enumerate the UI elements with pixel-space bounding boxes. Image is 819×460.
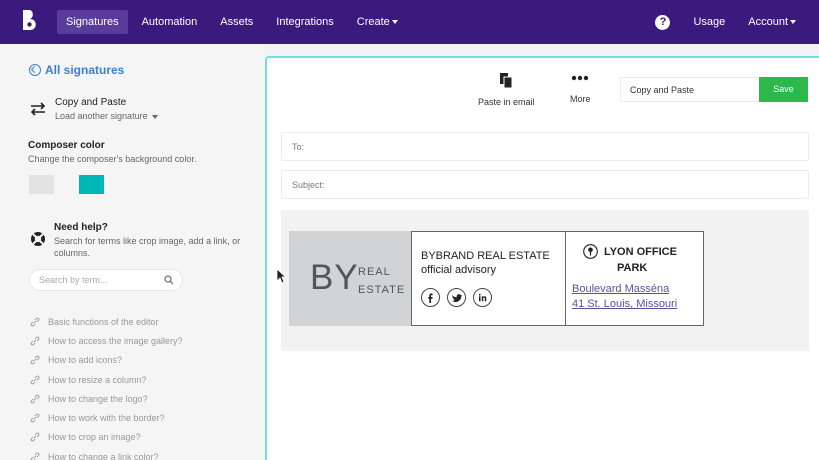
chevron-down-icon [790,20,796,25]
help-link[interactable]: How to resize a column? [30,370,183,389]
help-link[interactable]: How to work with the border? [30,408,183,427]
signature-company-block[interactable]: BYBRAND REAL ESTATE official advisory [411,231,565,326]
clipboard-icon [500,73,513,89]
nav-signatures[interactable]: Signatures [57,10,128,34]
signature-logo[interactable]: BY REAL ESTATE [289,231,411,326]
help-link-label: How to access the image gallery? [48,335,183,346]
need-help-desc: Search for terms like crop image, add a … [54,236,241,258]
chevron-down-icon [152,114,159,119]
more-button[interactable]: More [570,75,591,104]
more-label: More [570,94,591,104]
nav-usage[interactable]: Usage [684,10,734,34]
office-title-line1: LYON OFFICE [604,246,677,258]
all-signatures-link[interactable]: All signatures [29,63,124,77]
link-icon [30,432,40,442]
logo-line2: ESTATE [358,284,406,296]
help-link-label: How to resize a column? [48,374,147,385]
link-icon [30,336,40,346]
bybrand-logo-icon[interactable] [22,9,44,35]
paste-in-email-button[interactable]: Paste in email [478,72,535,107]
nav-automation[interactable]: Automation [133,10,207,34]
swap-icon [30,102,46,116]
load-another-label: Load another signature [55,111,148,121]
logo-real-estate-text: REAL ESTATE [358,263,405,299]
office-title-line2: PARK [617,262,648,274]
logo-by-text: BY [310,258,359,297]
help-link-label: Basic functions of the editor [48,316,159,327]
help-link[interactable]: Basic functions of the editor [30,312,183,331]
nav-integrations[interactable]: Integrations [267,10,342,34]
nav-account[interactable]: Account [739,10,805,34]
link-icon [30,413,40,423]
help-links-list: Basic functions of the editor How to acc… [30,312,183,460]
save-button[interactable]: Save [759,77,808,102]
link-icon [30,317,40,327]
sidebar: All signatures Copy and Paste Load anoth… [0,44,265,460]
help-link[interactable]: How to add icons? [30,351,183,370]
pushpin-icon [583,244,598,259]
nav-account-label: Account [748,16,788,28]
help-link-label: How to change the logo? [48,393,148,404]
search-icon [164,275,174,285]
help-link[interactable]: How to change a link color? [30,447,183,460]
need-help-title: Need help? [54,222,108,233]
nav-create-label: Create [356,16,390,28]
address-link-1[interactable]: Boulevard Masséna [572,283,669,295]
more-dots-icon [572,75,589,81]
swatch-teal[interactable] [79,175,104,194]
lifebuoy-icon [31,232,45,246]
facebook-icon[interactable] [421,288,440,307]
signature-office-block[interactable]: LYON OFFICE PARK Boulevard Masséna 41 St… [565,231,704,326]
mouse-cursor-icon [276,268,286,284]
company-name: BYBRAND REAL ESTATE [421,250,550,262]
swatch-white[interactable] [54,175,79,194]
signature-name-input[interactable] [620,77,760,102]
linkedin-icon[interactable] [473,288,492,307]
subject-label: Subject: [292,180,325,190]
link-icon [30,355,40,365]
editor-panel: Paste in email More Save To: Subject: BY… [265,56,819,460]
link-icon [30,394,40,404]
back-arrow-icon [29,64,41,76]
to-field[interactable]: To: [281,132,809,161]
composer-color-desc: Change the composer's background color. [28,154,197,164]
color-swatches [29,175,104,194]
help-link-label: How to work with the border? [48,413,165,424]
top-nav: Signatures Automation Assets Integration… [0,0,819,44]
help-icon[interactable]: ? [655,14,671,30]
address-link-2[interactable]: 41 St. Louis, Missouri [572,298,677,310]
chevron-down-icon [391,20,398,25]
link-icon [30,452,40,460]
help-link-label: How to crop an image? [48,432,141,443]
twitter-icon[interactable] [447,288,466,307]
logo-line1: REAL [358,266,391,278]
company-role: official advisory [421,264,496,276]
to-label: To: [292,142,305,152]
composer-color-title: Composer color [28,140,105,151]
subject-field[interactable]: Subject: [281,170,809,199]
swatch-light-gray[interactable] [29,175,54,194]
all-signatures-label: All signatures [45,63,125,77]
signature-title: Copy and Paste [55,97,127,108]
help-search[interactable] [29,269,183,291]
nav-create[interactable]: Create [348,10,407,34]
help-link[interactable]: How to crop an image? [30,428,183,447]
help-link[interactable]: How to change the logo? [30,389,183,408]
nav-assets[interactable]: Assets [211,10,262,34]
help-search-input[interactable] [39,274,159,286]
signature-preview: BY REAL ESTATE BYBRAND REAL ESTATE offici… [281,210,809,351]
link-icon [30,375,40,385]
load-another-signature[interactable]: Load another signature [55,111,159,121]
help-link-label: How to add icons? [48,355,123,366]
help-link-label: How to change a link color? [48,451,159,460]
paste-in-email-label: Paste in email [478,97,535,107]
help-link[interactable]: How to access the image gallery? [30,331,183,350]
